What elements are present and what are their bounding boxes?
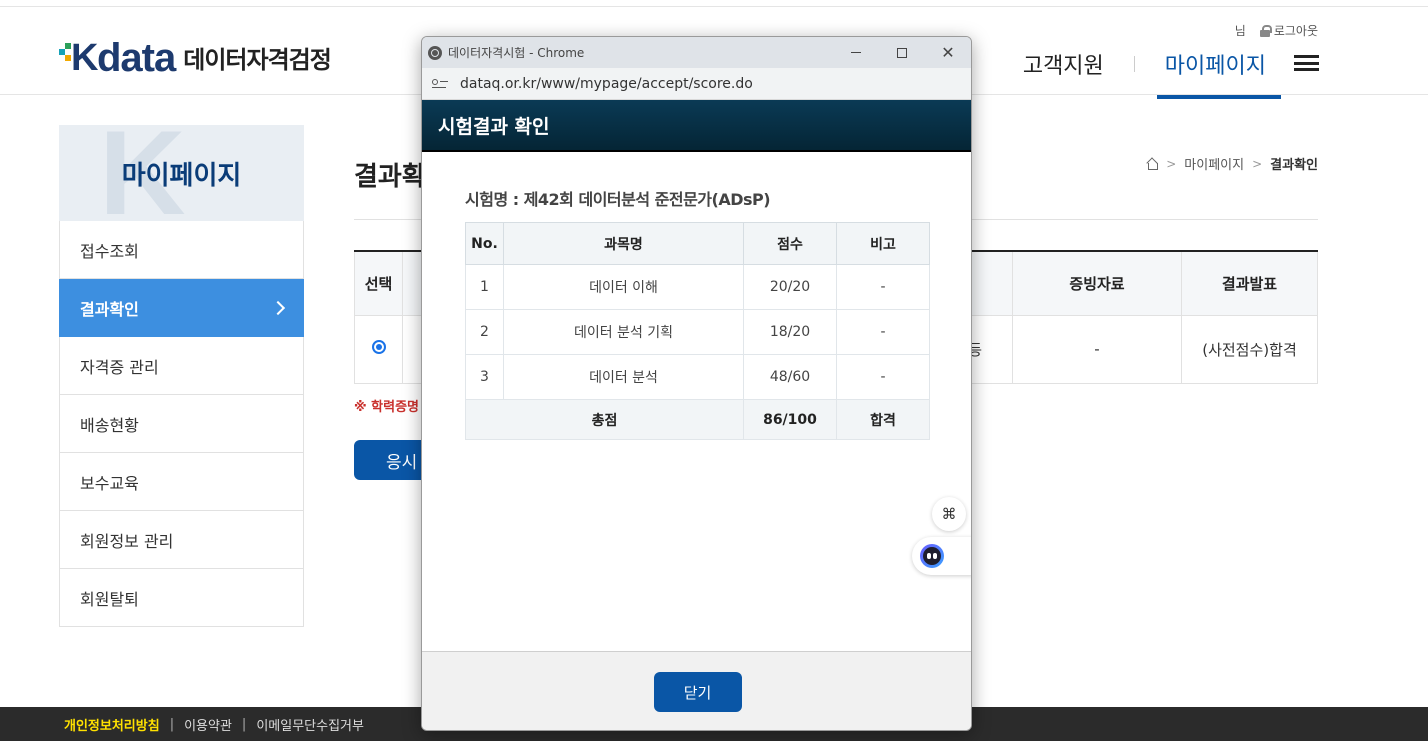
sidebar-item-application[interactable]: 접수조회 <box>59 221 304 279</box>
col-result: 결과발표 <box>1181 250 1318 316</box>
chatbot-icon <box>920 544 944 568</box>
sidebar-item-delivery[interactable]: 배송현황 <box>59 395 304 453</box>
sidebar-title: K 마이페이지 <box>59 125 304 221</box>
row-radio[interactable] <box>371 340 386 354</box>
url-text: dataq.or.kr/www/mypage/accept/score.do <box>460 75 753 92</box>
total-row: 총점 86/100 합격 <box>465 399 930 440</box>
home-icon[interactable] <box>1146 158 1159 170</box>
popup-titlebar[interactable]: 데이터자격시험 - Chrome ✕ <box>422 37 971 68</box>
score-table: No. 과목명 점수 비고 1 데이터 이해 20/20 - 2 데이터 분석 … <box>465 222 930 440</box>
table-row: 1 데이터 이해 20/20 - <box>465 264 930 310</box>
menu-icon[interactable] <box>1294 55 1319 71</box>
result-cell: (사전점수)합격 <box>1181 314 1318 384</box>
footer-email-link[interactable]: 이메일무단수집거부 <box>256 715 364 734</box>
breadcrumb-current: 결과확인 <box>1270 158 1318 173</box>
exam-name: 시험명 : 제42회 데이터분석 준전문가(ADsP) <box>465 190 771 209</box>
col-subject: 과목명 <box>503 222 744 265</box>
col-score: 점수 <box>743 222 837 265</box>
user-bar: 님 로그아웃 <box>1235 22 1318 39</box>
popup-body: 시험명 : 제42회 데이터분석 준전문가(ADsP) No. 과목명 점수 비… <box>422 152 971 649</box>
breadcrumb-mypage[interactable]: 마이페이지 <box>1184 154 1244 173</box>
breadcrumb: > 마이페이지 > 결과확인 <box>1146 154 1318 173</box>
sidebar-item-member-info[interactable]: 회원정보 관리 <box>59 511 304 569</box>
maximize-button[interactable] <box>879 37 925 68</box>
table-row: 2 데이터 분석 기획 18/20 - <box>465 309 930 355</box>
col-number: No. <box>465 222 504 265</box>
lock-icon <box>1259 24 1272 37</box>
close-button[interactable]: 닫기 <box>653 672 742 712</box>
chevron-right-icon <box>270 300 286 315</box>
popup-footer: 닫기 <box>422 651 971 730</box>
main-nav: 고객지원 마이페이지 <box>1011 48 1278 80</box>
score-popup-window: 데이터자격시험 - Chrome ✕ dataq.or.kr/www/mypag… <box>421 36 972 731</box>
close-icon: ✕ <box>941 43 955 62</box>
nav-mypage[interactable]: 마이페이지 <box>1153 48 1278 80</box>
sidebar-item-withdraw[interactable]: 회원탈퇴 <box>59 569 304 627</box>
logout-link[interactable]: 로그아웃 <box>1259 22 1318 39</box>
site-info-icon[interactable] <box>432 78 448 90</box>
maximize-icon <box>897 47 907 58</box>
nav-active-indicator <box>1157 95 1281 99</box>
logo-wordmark: data <box>97 35 176 80</box>
minimize-icon <box>851 52 861 53</box>
logo-subtitle: 데이터자격검정 <box>183 46 332 74</box>
col-note: 비고 <box>836 222 930 265</box>
evidence-cell: - <box>1012 314 1182 384</box>
total-label: 총점 <box>465 399 744 440</box>
footer-privacy-link[interactable]: 개인정보처리방침 <box>64 715 160 734</box>
popup-window-title: 데이터자격시험 - Chrome <box>448 46 585 60</box>
footer-terms-link[interactable]: 이용약관 <box>184 715 232 734</box>
total-score: 86/100 <box>743 399 837 440</box>
total-result: 합격 <box>836 399 930 440</box>
sidebar-item-results[interactable]: 결과확인 <box>59 279 304 337</box>
logout-label: 로그아웃 <box>1273 24 1318 38</box>
notice-text: ※ 학력증명 <box>354 400 420 415</box>
apps-icon[interactable]: ⌘ <box>932 497 966 531</box>
sidebar: K 마이페이지 접수조회 결과확인 자격증 관리 배송현황 보수교육 회원정보 … <box>59 125 304 627</box>
sidebar-item-certificate[interactable]: 자격증 관리 <box>59 337 304 395</box>
site-logo[interactable]: K data 데이터자격검정 <box>59 35 332 80</box>
nav-customer-support[interactable]: 고객지원 <box>1011 48 1116 80</box>
logo-mark: K <box>59 37 98 79</box>
sidebar-item-education[interactable]: 보수교육 <box>59 453 304 511</box>
col-select: 선택 <box>354 250 403 316</box>
minimize-button[interactable] <box>833 37 879 68</box>
col-evidence: 증빙자료 <box>1012 250 1182 316</box>
globe-icon <box>428 45 442 60</box>
top-divider <box>0 6 1428 7</box>
table-row: 3 데이터 분석 48/60 - <box>465 354 930 400</box>
close-window-button[interactable]: ✕ <box>925 37 971 68</box>
user-name: 님 <box>1234 24 1246 38</box>
chatbot-button[interactable] <box>912 537 971 575</box>
popup-header: 시험결과 확인 <box>422 100 971 152</box>
url-bar[interactable]: dataq.or.kr/www/mypage/accept/score.do <box>422 68 971 100</box>
